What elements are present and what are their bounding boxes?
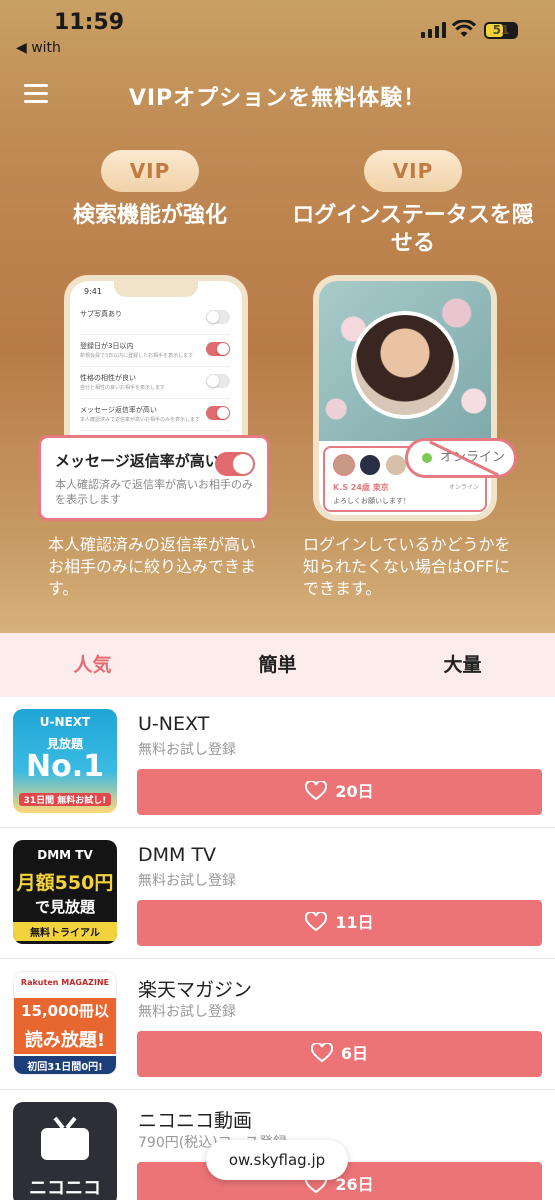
tab-bulk[interactable]: 大量 — [370, 633, 555, 697]
rakuten-magazine-app-icon[interactable]: Rakuten MAGAZINE 15,000冊以上 読み放題! 初回31日間0… — [13, 971, 117, 1075]
reward-button[interactable]: 6日 — [137, 1031, 542, 1077]
setting-row: 登録日が3日以内 新規会員で3日以内に登録したお相手を表示します — [80, 337, 230, 367]
filter-description: 本人確認済みで返信率が高いお相手のみを表示します — [55, 478, 253, 506]
vip-badge: VIP — [101, 150, 199, 192]
tv-icon — [41, 1116, 89, 1160]
setting-row: メッセージ返信率が高い 本人確認済みで返信率が高いお相手のみを表示します — [80, 401, 230, 431]
setting-row: 性格の相性が良い 自分と相性の良いお相手を表示します — [80, 369, 230, 399]
signal-icon — [421, 22, 447, 38]
wifi-icon — [452, 20, 476, 37]
feature-description: 本人確認済みの返信率が高いお相手のみに絞り込みできます。 — [48, 535, 257, 598]
heart-icon — [305, 781, 328, 801]
niconico-app-icon[interactable]: ニコニコ — [13, 1102, 117, 1200]
setting-row: サブ写真あり — [80, 305, 230, 335]
toggle-switch — [206, 342, 230, 356]
offer-list: U-NEXT 見放題 No.1 31日間 無料お試し! U-NEXT 無料お試し… — [0, 697, 555, 1200]
status-time: 11:59 — [54, 10, 125, 35]
reward-button[interactable]: 20日 — [137, 769, 542, 815]
app-name: U-NEXT — [138, 713, 210, 735]
feature-description: ログインしているかどうかを知られたくない場合はOFFにできます。 — [303, 535, 511, 598]
phone-mockup-profile: K.S 24歳 東京 オンライン よろしくお願いします！ — [313, 275, 497, 521]
page-title: VIPオプションを無料体験！ — [128, 86, 427, 111]
online-status-mini: オンライン — [448, 484, 479, 491]
battery-level: 51 — [492, 23, 510, 37]
profile-message: よろしくお願いします！ — [333, 497, 410, 505]
app-name: 楽天マガジン — [138, 979, 253, 1001]
dmm-tv-app-icon[interactable]: DMM TV 月額550円 で見放題 無料トライアル — [13, 840, 117, 944]
online-dot-icon — [422, 453, 432, 463]
back-to-app-link[interactable]: ◀ with — [16, 40, 61, 56]
toggle-switch — [206, 374, 230, 388]
offer-condition: 無料お試し登録 — [138, 742, 236, 758]
feature-title: 検索機能が強化 — [72, 203, 227, 228]
tab-easy[interactable]: 簡単 — [185, 633, 370, 697]
heart-icon — [305, 912, 328, 932]
toggle-switch — [206, 310, 230, 324]
category-tabs: 人気 簡単 大量 — [0, 633, 555, 697]
heart-icon — [310, 1043, 333, 1063]
tab-popular[interactable]: 人気 — [0, 633, 185, 697]
feature-search: VIP 検索機能が強化 — [20, 150, 280, 230]
url-bar[interactable]: ow.skyflag.jp — [206, 1140, 348, 1180]
profile-name: K.S 24歳 東京 — [333, 483, 389, 492]
vip-badge: VIP — [364, 150, 462, 192]
offer-condition: 無料お試し登録 — [138, 873, 236, 889]
offer-condition: 無料お試し登録 — [138, 1004, 236, 1020]
list-item: U-NEXT 見放題 No.1 31日間 無料お試し! U-NEXT 無料お試し… — [0, 697, 555, 828]
toggle-on-icon — [215, 452, 255, 476]
list-item: Rakuten MAGAZINE 15,000冊以上 読み放題! 初回31日間0… — [0, 959, 555, 1090]
unext-app-icon[interactable]: U-NEXT 見放題 No.1 31日間 無料お試し! — [13, 709, 117, 813]
battery-icon: 51 — [484, 22, 518, 39]
app-name: ニコニコ動画 — [138, 1110, 253, 1132]
phone-time: 9:41 — [84, 287, 102, 296]
feature-hide-login: VIP ログインステータスを隠せる — [283, 150, 543, 258]
reply-rate-filter-card: メッセージ返信率が高い 本人確認済みで返信率が高いお相手のみを表示します — [38, 435, 270, 521]
profile-thumbnails — [333, 454, 411, 480]
reward-button[interactable]: 11日 — [137, 900, 542, 946]
status-bar: 11:59 ◀ with 51 — [0, 0, 555, 62]
list-item: DMM TV 月額550円 で見放題 無料トライアル DMM TV 無料お試し登… — [0, 828, 555, 959]
feature-title: ログインステータスを隠せる — [292, 203, 534, 256]
online-status-hidden: オンライン — [405, 438, 517, 478]
header: VIPオプションを無料体験！ — [0, 70, 555, 120]
app-name: DMM TV — [138, 844, 217, 866]
toggle-switch — [206, 406, 230, 420]
profile-photo — [351, 311, 459, 419]
